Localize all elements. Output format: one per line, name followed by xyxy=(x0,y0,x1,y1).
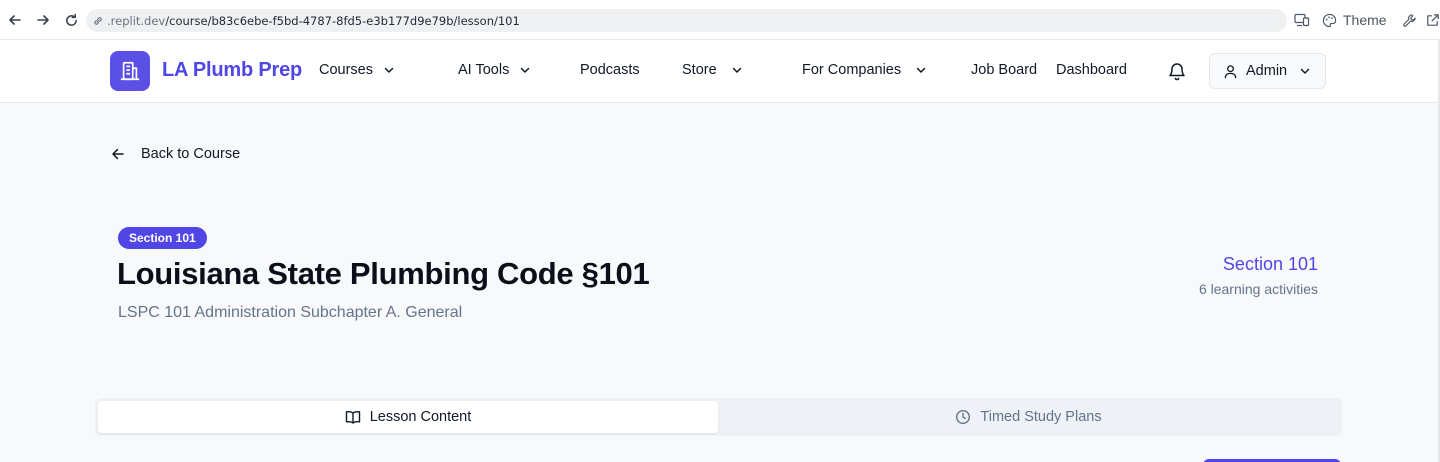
theme-label: Theme xyxy=(1343,12,1387,28)
tab-timed-study-plans-label: Timed Study Plans xyxy=(980,409,1102,425)
tab-lesson-content[interactable]: Lesson Content xyxy=(98,401,718,433)
chevron-down-icon xyxy=(521,67,530,73)
nav-courses[interactable]: Courses xyxy=(319,62,395,78)
browser-toolbar: .replit.dev/course/b83c6ebe-f5bd-4787-8f… xyxy=(0,0,1440,40)
back-icon xyxy=(9,15,21,25)
building-icon xyxy=(120,61,140,81)
back-to-course-link[interactable]: Back to Course xyxy=(110,146,240,162)
browser-reload-button[interactable] xyxy=(61,10,81,30)
external-icon xyxy=(1427,13,1439,26)
nav-for-companies-label: For Companies xyxy=(802,62,902,78)
link-icon xyxy=(94,16,102,25)
bell-icon[interactable] xyxy=(1168,61,1186,81)
open-external-button[interactable] xyxy=(1425,10,1440,30)
user-menu-button[interactable]: Admin xyxy=(1209,53,1326,89)
address-bar[interactable]: .replit.dev/course/b83c6ebe-f5bd-4787-8f… xyxy=(86,9,1287,32)
chevron-down-icon xyxy=(1300,68,1310,74)
devices-button[interactable] xyxy=(1294,10,1310,30)
url-host: .replit.dev xyxy=(107,13,166,28)
page-title: Louisiana State Plumbing Code §101 xyxy=(117,256,650,291)
theme-button[interactable]: Theme xyxy=(1322,10,1387,30)
tools-button[interactable] xyxy=(1402,10,1417,30)
nav-job-board-label: Job Board xyxy=(971,62,1038,78)
section-badge: Section 101 xyxy=(118,227,207,249)
nav-for-companies[interactable]: For Companies xyxy=(802,62,927,78)
user-menu-label: Admin xyxy=(1246,63,1288,79)
chevron-down-icon xyxy=(384,67,394,73)
nav-podcasts-label: Podcasts xyxy=(580,62,640,78)
nav-podcasts[interactable]: Podcasts xyxy=(580,62,640,78)
activity-count: 6 learning activities xyxy=(1198,281,1318,297)
clock-icon xyxy=(956,409,971,425)
user-icon xyxy=(1224,64,1237,78)
tab-lesson-content-label: Lesson Content xyxy=(369,409,472,425)
arrow-left-icon xyxy=(112,148,124,160)
brand-name[interactable]: LA Plumb Prep xyxy=(162,59,302,82)
devices-icon xyxy=(1294,13,1310,27)
reload-icon xyxy=(65,13,77,26)
nav-dashboard-label: Dashboard xyxy=(1056,62,1127,78)
logo[interactable] xyxy=(110,51,150,91)
browser-forward-button[interactable] xyxy=(33,10,53,30)
back-to-course-label: Back to Course xyxy=(141,146,241,162)
browser-back-button[interactable] xyxy=(5,10,25,30)
palette-icon xyxy=(1322,13,1337,27)
nav-store-label: Store xyxy=(682,62,717,78)
wrench-icon xyxy=(1403,13,1416,27)
chevron-down-icon xyxy=(732,67,741,73)
book-open-icon xyxy=(345,410,360,424)
section-label: Section 101 xyxy=(1222,254,1318,274)
nav-ai-tools-label: AI Tools xyxy=(458,62,510,78)
nav-job-board[interactable]: Job Board xyxy=(971,62,1037,78)
nav-ai-tools[interactable]: AI Tools xyxy=(458,62,531,78)
lesson-tabs: Lesson Content Timed Study Plans xyxy=(95,398,1342,436)
site-header: LA Plumb Prep Courses AI Tools Podcasts … xyxy=(0,40,1440,103)
page-subtitle: LSPC 101 Administration Subchapter A. Ge… xyxy=(118,304,463,321)
nav-store[interactable]: Store xyxy=(682,62,743,78)
forward-icon xyxy=(37,15,49,25)
nav-courses-label: Courses xyxy=(319,62,373,78)
nav-dashboard[interactable]: Dashboard xyxy=(1056,62,1127,78)
chevron-down-icon xyxy=(916,67,926,73)
url-text: .replit.dev/course/b83c6ebe-f5bd-4787-8f… xyxy=(107,14,520,28)
tab-timed-study-plans[interactable]: Timed Study Plans xyxy=(718,401,1339,433)
url-path: /course/b83c6ebe-f5bd-4787-8fd5-e3b177d9… xyxy=(165,13,520,28)
